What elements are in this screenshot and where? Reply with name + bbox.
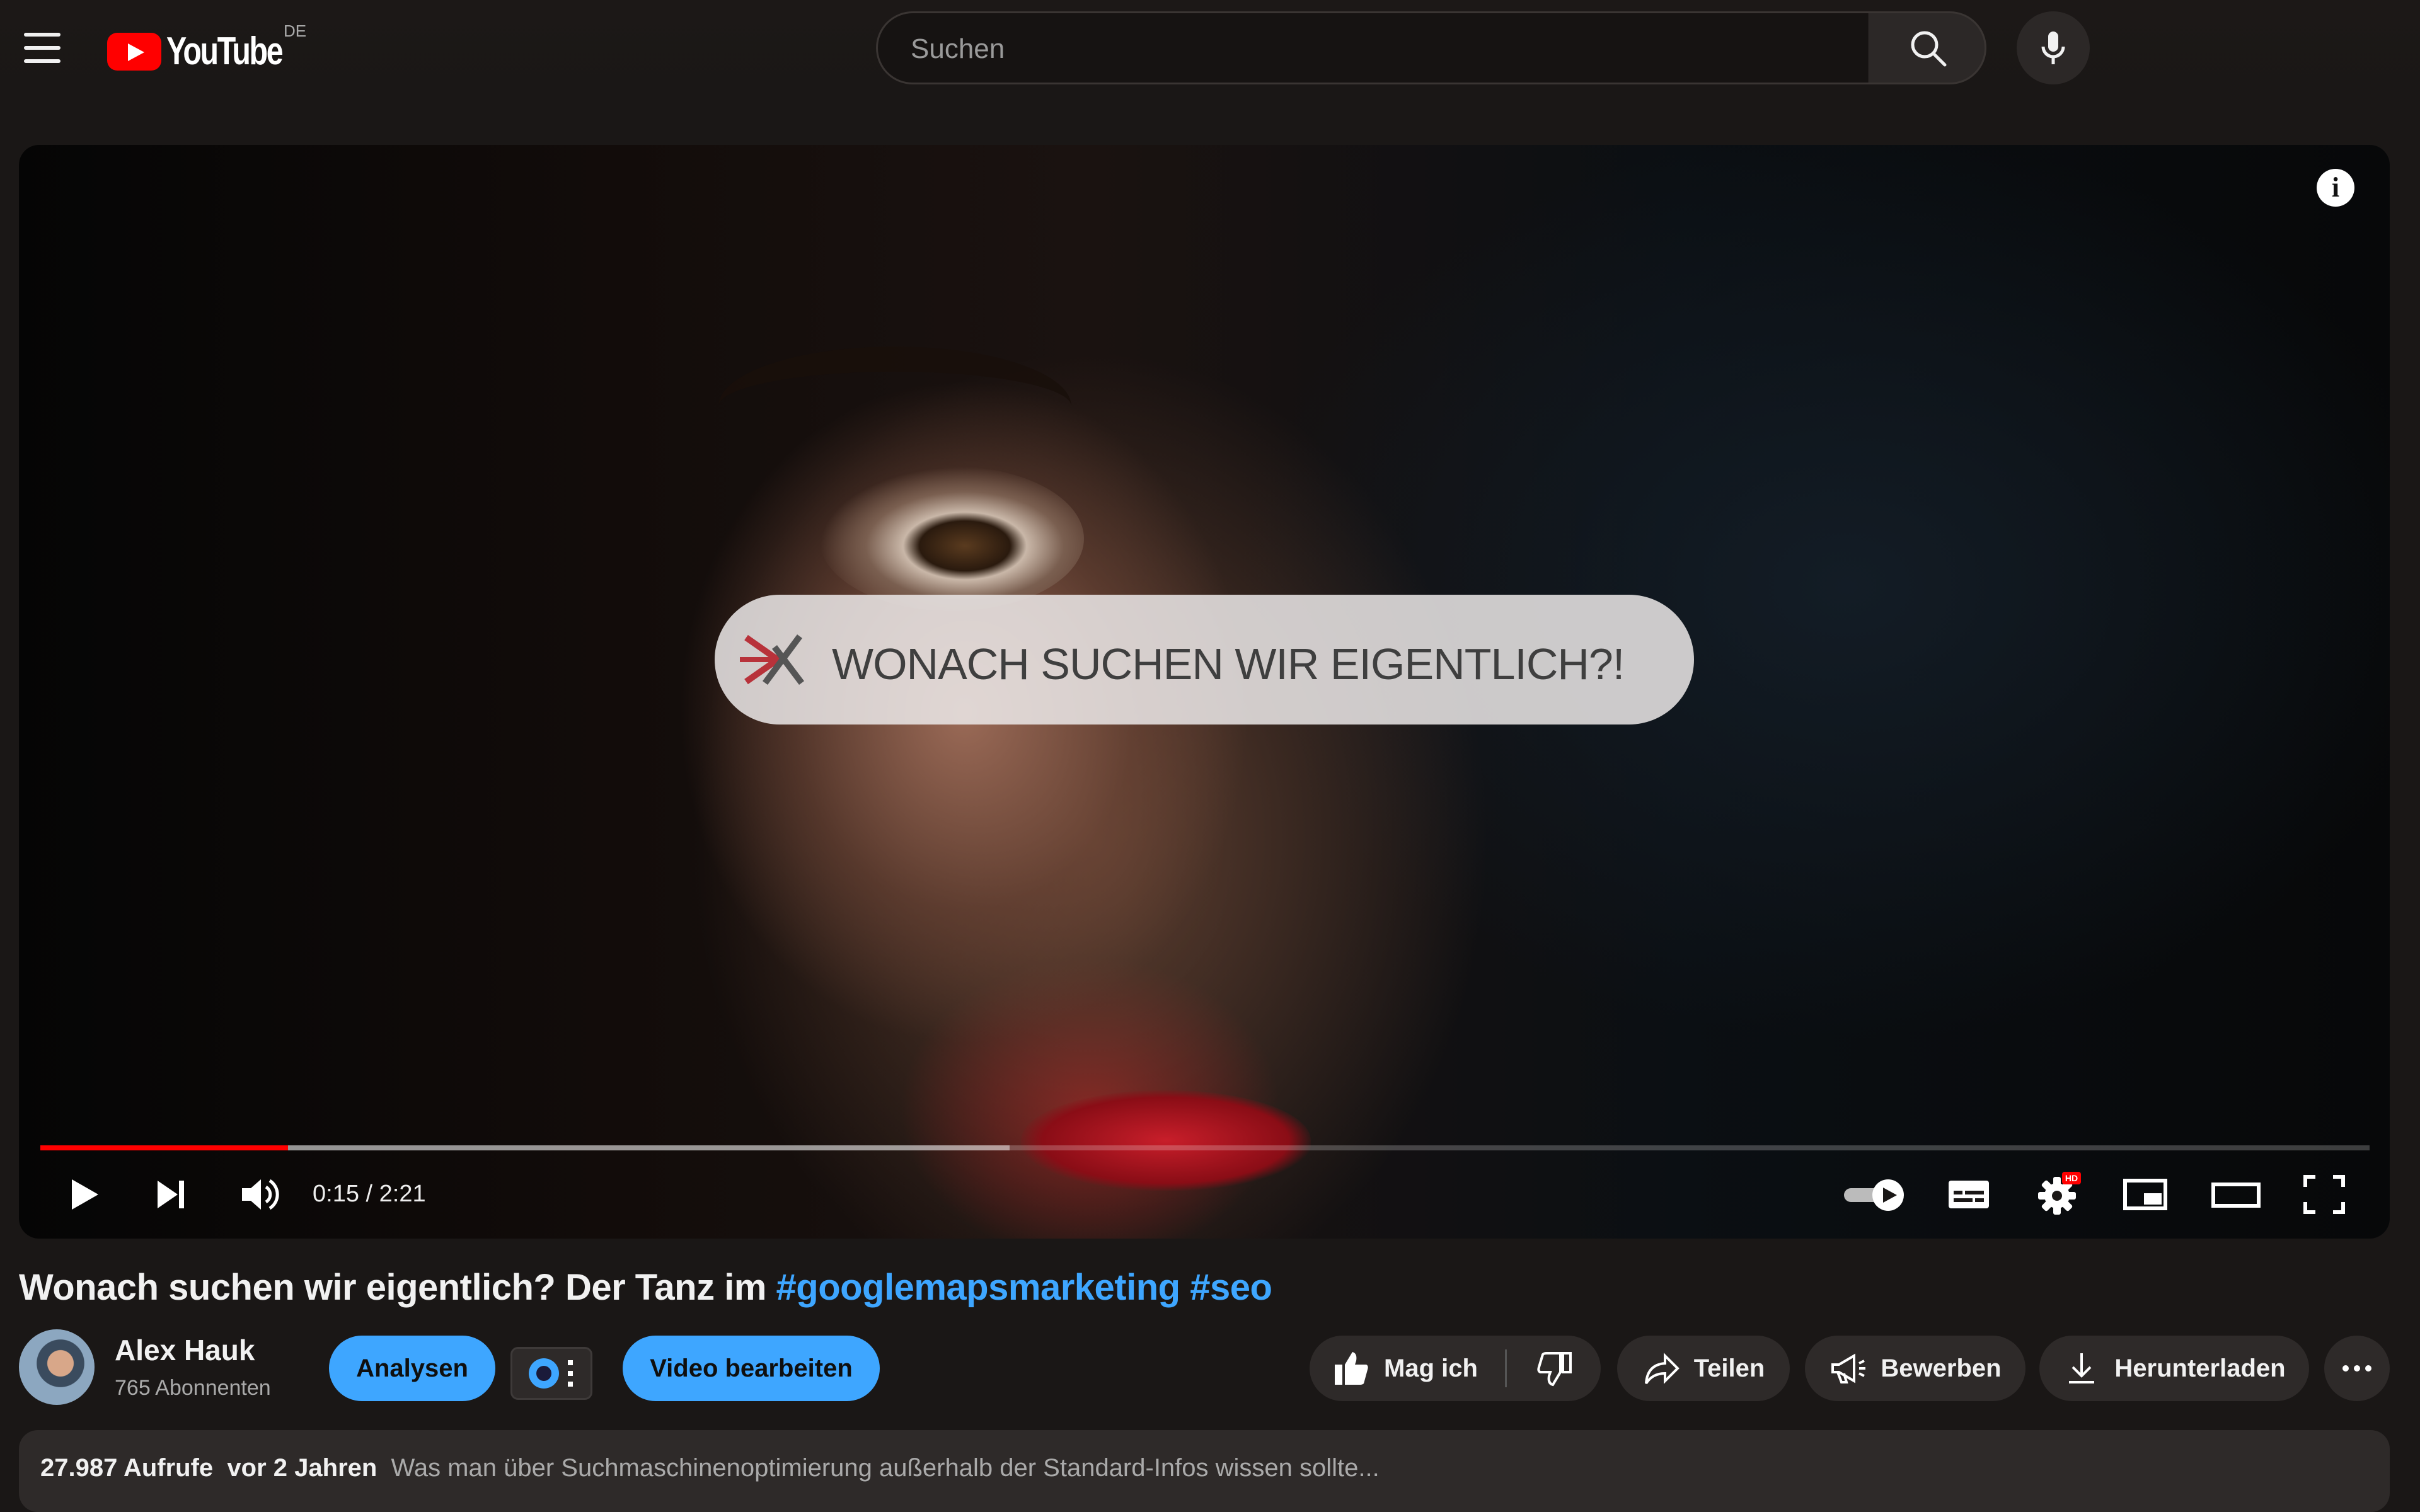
upload-age: vor 2 Jahren <box>227 1454 377 1482</box>
subtitles-icon <box>1949 1181 1989 1208</box>
search-button[interactable] <box>1869 11 1986 84</box>
hd-badge: HD <box>2065 1173 2078 1183</box>
download-button[interactable]: Herunterladen <box>2039 1336 2309 1401</box>
subtitles-button[interactable] <box>1944 1169 1994 1220</box>
search-icon <box>1911 31 1947 67</box>
more-actions-button[interactable] <box>2324 1336 2390 1401</box>
play-button[interactable] <box>58 1169 108 1220</box>
youtube-play-icon <box>107 33 161 71</box>
progress-bar[interactable] <box>40 1145 2370 1150</box>
extension-widget[interactable] <box>510 1347 592 1400</box>
video-title: Wonach suchen wir eigentlich? Der Tanz i… <box>19 1266 1272 1309</box>
download-icon <box>2069 1353 2095 1383</box>
share-label: Teilen <box>1693 1354 1765 1382</box>
info-icon[interactable]: i <box>2317 169 2354 207</box>
settings-icon: HD <box>2038 1172 2081 1215</box>
view-count: 27.987 Aufrufe <box>40 1454 214 1482</box>
autoplay-toggle-icon <box>1844 1179 1904 1211</box>
search-box <box>876 11 1870 84</box>
logo-wordmark: YouTube <box>166 30 284 73</box>
promote-label: Bewerben <box>1881 1354 2002 1382</box>
dislike-button[interactable] <box>1507 1336 1601 1401</box>
youtube-logo[interactable]: YouTube DE <box>107 21 309 73</box>
progress-played <box>40 1145 289 1150</box>
miniplayer-icon <box>2123 1179 2167 1210</box>
volume-icon <box>242 1179 279 1210</box>
autoplay-toggle[interactable] <box>1840 1169 1913 1220</box>
share-icon <box>1644 1353 1680 1385</box>
video-frame-detail <box>718 346 1071 466</box>
volume-button[interactable] <box>233 1169 284 1220</box>
hashtag-link[interactable]: #seo <box>1190 1267 1272 1308</box>
channel-name[interactable]: Alex Hauk <box>115 1333 255 1367</box>
share-button[interactable]: Teilen <box>1617 1336 1790 1401</box>
overlay-caption: WONACH SUCHEN WIR EIGENTLICH?! <box>832 639 1625 689</box>
divider <box>1505 1349 1507 1387</box>
promote-button[interactable]: Bewerben <box>1805 1336 2025 1401</box>
description-summary: 27.987 Aufrufe vor 2 Jahren Was man über… <box>40 1454 1380 1482</box>
description-snippet: Was man über Suchmaschinenoptimierung au… <box>391 1454 1380 1482</box>
hashtag-link[interactable]: #googlemapsmarketing <box>776 1267 1181 1308</box>
miniplayer-button[interactable] <box>2120 1169 2170 1220</box>
theater-icon <box>2211 1183 2261 1208</box>
next-button[interactable] <box>146 1169 197 1220</box>
settings-button[interactable]: HD <box>2032 1169 2082 1220</box>
like-label: Mag ich <box>1384 1354 1478 1382</box>
next-icon <box>158 1181 184 1208</box>
video-text-overlay: WONACH SUCHEN WIR EIGENTLICH?! <box>715 595 1694 724</box>
voice-search-button[interactable] <box>2017 11 2090 84</box>
fullscreen-icon <box>2303 1175 2345 1214</box>
video-title-text: Wonach suchen wir eigentlich? Der Tanz i… <box>19 1267 776 1308</box>
menu-icon[interactable] <box>24 33 60 63</box>
thumbs-down-icon <box>1537 1352 1572 1387</box>
video-frame-detail <box>819 466 1084 611</box>
subscriber-count: 765 Abonnenten <box>115 1376 271 1400</box>
like-dislike-group: Mag ich <box>1310 1336 1601 1401</box>
extension-icon <box>529 1358 573 1389</box>
theater-mode-button[interactable] <box>2211 1169 2261 1220</box>
play-icon <box>72 1179 98 1210</box>
country-code: DE <box>284 21 307 40</box>
edit-video-button[interactable]: Video bearbeiten <box>623 1336 880 1401</box>
search-input[interactable] <box>909 30 1826 69</box>
thumbs-up-icon <box>1335 1352 1368 1385</box>
download-label: Herunterladen <box>2114 1354 2286 1382</box>
channel-avatar[interactable] <box>19 1329 95 1405</box>
fullscreen-button[interactable] <box>2299 1169 2349 1220</box>
like-button[interactable]: Mag ich <box>1310 1336 1505 1401</box>
video-frame-detail <box>1021 1090 1311 1191</box>
megaphone-icon <box>1831 1353 1866 1383</box>
time-display: 0:15 / 2:21 <box>313 1181 426 1207</box>
microphone-icon <box>2041 32 2065 64</box>
brand-x-icon <box>740 634 804 685</box>
analytics-button[interactable]: Analysen <box>329 1336 495 1401</box>
more-horizontal-icon <box>2342 1365 2371 1372</box>
